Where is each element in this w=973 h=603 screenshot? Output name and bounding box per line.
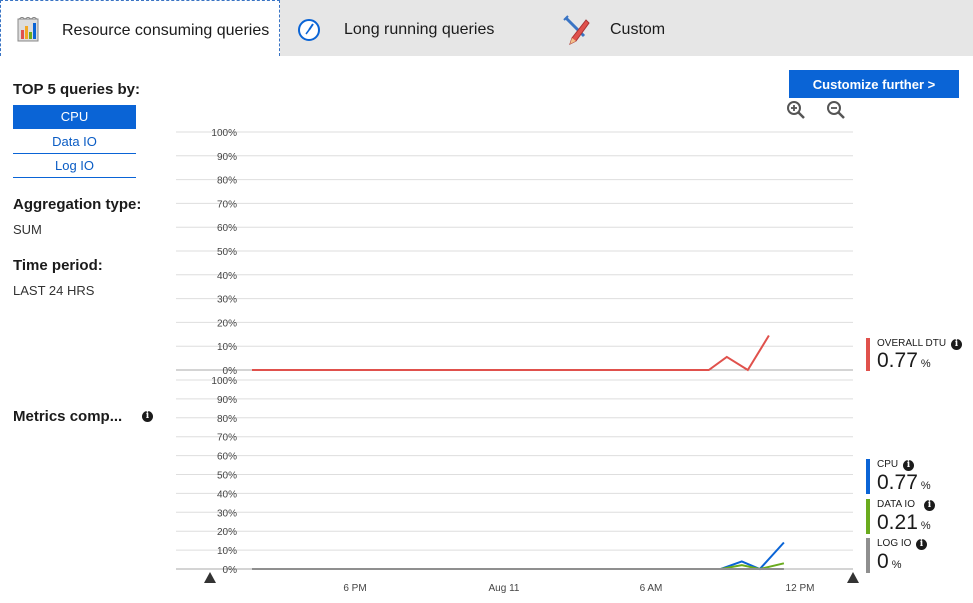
x-tick-label: 12 PM [786,583,815,594]
range-handle-right [847,572,859,583]
x-tick-label: 6 AM [640,583,663,594]
charts-area: 100% 90% 80% 70% 60% 50% 40% 30% 20% 10% 0% 100% 90%… [176,128,859,594]
legend-value: 0% [877,550,902,573]
legend-value: 0.77% [877,349,931,372]
y-tick-label: 90% [217,395,237,406]
y-tick-label: 80% [217,176,237,187]
y-tick-label: 70% [217,433,237,444]
info-icon[interactable]: i [951,339,962,350]
legend-name: CPU [877,459,899,470]
legend-name: DATA IO [877,499,915,510]
y-tick-label: 80% [217,414,237,425]
y-tick-label: 60% [217,223,237,234]
legend-value: 0.77% [877,471,931,494]
y-tick-label: 50% [217,471,237,482]
legend-color-bar [866,338,870,371]
y-tick-label: 60% [217,452,237,463]
y-tick-label: 0% [223,565,238,576]
x-tick-label: 6 PM [343,583,366,594]
y-tick-label: 30% [217,295,237,306]
x-tick-label: Aug 11 [489,583,520,594]
legend-name: OVERALL DTU [877,338,947,349]
y-tick-label: 50% [217,247,237,258]
y-tick-label: 20% [217,318,237,329]
y-tick-label: 30% [217,508,237,519]
y-tick-label: 40% [217,489,237,500]
y-tick-label: 40% [217,271,237,282]
legend-color-bar [866,499,870,534]
y-tick-label: 100% [211,376,237,387]
legend-name: LOG IO [877,538,912,549]
range-handle-left [204,572,216,583]
series-line-cpu [252,541,785,571]
y-tick-label: 100% [211,128,237,139]
legend-color-bar [866,538,870,573]
legend-value: 0.21% [877,511,931,534]
info-icon[interactable]: i [916,539,927,550]
series-line-overall-dtu [252,334,770,372]
info-icon[interactable]: i [903,460,914,471]
y-tick-label: 90% [217,152,237,163]
y-tick-label: 70% [217,199,237,210]
y-tick-label: 10% [217,546,237,557]
y-tick-label: 10% [217,342,237,353]
legend-color-bar [866,459,870,494]
y-tick-label: 20% [217,527,237,538]
info-icon[interactable]: i [924,500,935,511]
